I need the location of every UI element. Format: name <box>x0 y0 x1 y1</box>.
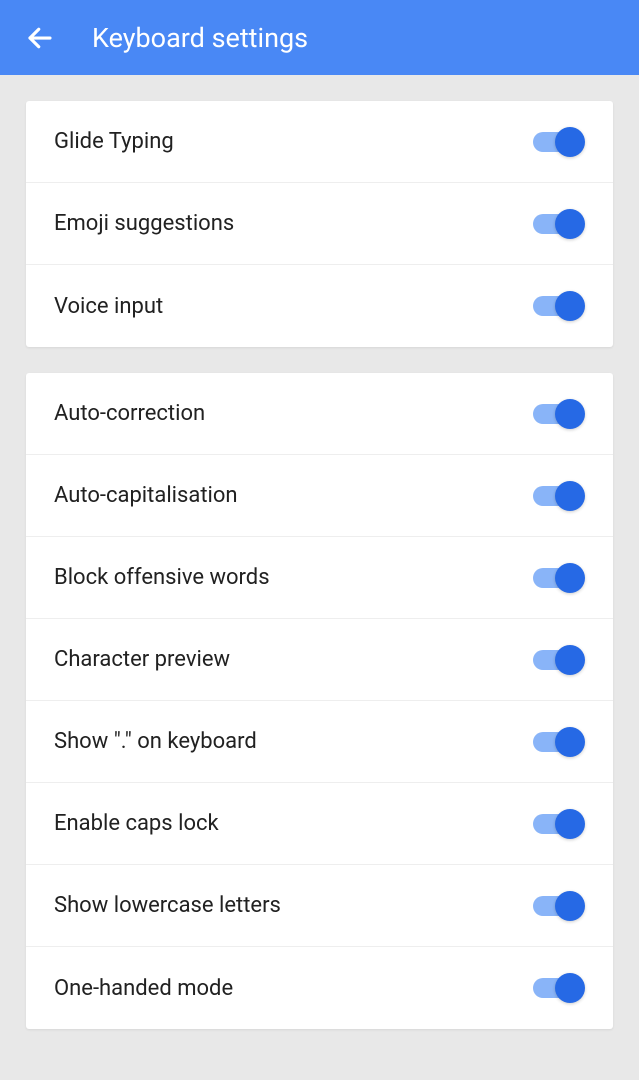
toggle-auto-correction[interactable] <box>531 398 585 430</box>
toggle-thumb <box>555 973 585 1003</box>
setting-label: One-handed mode <box>54 976 233 1001</box>
settings-content: Glide Typing Emoji suggestions Voice inp… <box>0 75 639 1029</box>
toggle-block-offensive[interactable] <box>531 562 585 594</box>
toggle-thumb <box>555 891 585 921</box>
toggle-emoji-suggestions[interactable] <box>531 208 585 240</box>
setting-label: Show lowercase letters <box>54 893 281 918</box>
toggle-voice-input[interactable] <box>531 290 585 322</box>
toggle-one-handed[interactable] <box>531 972 585 1004</box>
toggle-thumb <box>555 399 585 429</box>
setting-row-glide-typing[interactable]: Glide Typing <box>26 101 613 183</box>
setting-row-emoji-suggestions[interactable]: Emoji suggestions <box>26 183 613 265</box>
setting-row-auto-correction[interactable]: Auto-correction <box>26 373 613 455</box>
setting-row-caps-lock[interactable]: Enable caps lock <box>26 783 613 865</box>
setting-label: Show "." on keyboard <box>54 729 257 754</box>
setting-row-auto-capitalisation[interactable]: Auto-capitalisation <box>26 455 613 537</box>
back-arrow-icon <box>25 23 55 53</box>
settings-section-1: Glide Typing Emoji suggestions Voice inp… <box>26 101 613 347</box>
header: Keyboard settings <box>0 0 639 75</box>
setting-row-lowercase-letters[interactable]: Show lowercase letters <box>26 865 613 947</box>
setting-label: Auto-capitalisation <box>54 483 238 508</box>
toggle-thumb <box>555 209 585 239</box>
setting-row-block-offensive[interactable]: Block offensive words <box>26 537 613 619</box>
page-title: Keyboard settings <box>92 22 308 54</box>
setting-row-voice-input[interactable]: Voice input <box>26 265 613 347</box>
setting-row-one-handed[interactable]: One-handed mode <box>26 947 613 1029</box>
setting-label: Glide Typing <box>54 129 174 154</box>
toggle-show-period[interactable] <box>531 726 585 758</box>
toggle-caps-lock[interactable] <box>531 808 585 840</box>
back-button[interactable] <box>16 14 64 62</box>
toggle-thumb <box>555 727 585 757</box>
toggle-character-preview[interactable] <box>531 644 585 676</box>
toggle-lowercase-letters[interactable] <box>531 890 585 922</box>
toggle-glide-typing[interactable] <box>531 126 585 158</box>
toggle-thumb <box>555 481 585 511</box>
setting-label: Auto-correction <box>54 401 205 426</box>
setting-row-character-preview[interactable]: Character preview <box>26 619 613 701</box>
toggle-thumb <box>555 645 585 675</box>
setting-row-show-period[interactable]: Show "." on keyboard <box>26 701 613 783</box>
setting-label: Block offensive words <box>54 565 270 590</box>
settings-section-2: Auto-correction Auto-capitalisation Bloc… <box>26 373 613 1029</box>
toggle-thumb <box>555 809 585 839</box>
setting-label: Character preview <box>54 647 230 672</box>
setting-label: Voice input <box>54 294 163 319</box>
toggle-thumb <box>555 563 585 593</box>
toggle-thumb <box>555 291 585 321</box>
setting-label: Emoji suggestions <box>54 211 234 236</box>
toggle-auto-capitalisation[interactable] <box>531 480 585 512</box>
toggle-thumb <box>555 127 585 157</box>
setting-label: Enable caps lock <box>54 811 219 836</box>
